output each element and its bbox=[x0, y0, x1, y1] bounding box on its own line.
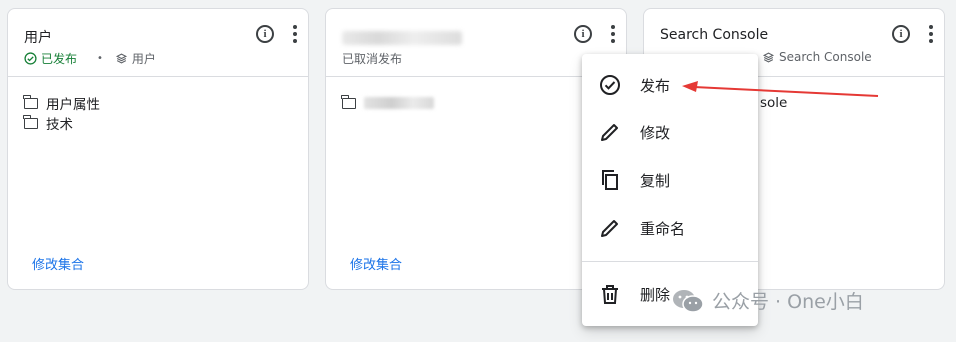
pencil-icon bbox=[601, 220, 618, 237]
collection-card-users: 用户 已发布 • 用户 i 用户属性 技术 修改集合 bbox=[7, 8, 309, 290]
collection-icon bbox=[762, 52, 775, 62]
item-label-redacted bbox=[364, 97, 434, 109]
folder-icon bbox=[23, 94, 38, 109]
card-title: Search Console bbox=[660, 27, 769, 43]
status-label: 已发布 bbox=[41, 52, 78, 66]
pencil-icon bbox=[601, 124, 618, 141]
check-circle-icon bbox=[24, 52, 37, 65]
more-vert-icon[interactable] bbox=[292, 25, 298, 43]
list-item: 用户属性 bbox=[23, 93, 100, 113]
annotation-arrow bbox=[682, 81, 879, 97]
card-items bbox=[341, 93, 434, 113]
check-circle-icon bbox=[600, 75, 620, 95]
card-actions: i bbox=[574, 25, 616, 43]
edit-collection-link[interactable]: 修改集合 bbox=[32, 254, 84, 273]
status-row: 已取消发布 bbox=[342, 50, 402, 67]
item-label: 用户属性 bbox=[46, 97, 100, 113]
watermark: 公众号 · One小白 bbox=[672, 287, 864, 314]
menu-item-copy[interactable]: 复制 bbox=[582, 158, 758, 202]
card-actions: i bbox=[892, 25, 934, 43]
card-title-redacted bbox=[342, 31, 462, 45]
collection-icon bbox=[115, 53, 127, 64]
menu-divider bbox=[582, 261, 758, 262]
menu-label: 重命名 bbox=[640, 219, 686, 238]
card-items: 用户属性 技术 bbox=[23, 93, 100, 133]
menu-item-edit[interactable]: 修改 bbox=[582, 110, 758, 154]
watermark-text: 公众号 · One小白 bbox=[712, 291, 864, 313]
collection-label: Search Console bbox=[779, 50, 872, 64]
copy-icon bbox=[602, 170, 618, 190]
separator-dot: • bbox=[97, 53, 103, 64]
trash-icon bbox=[602, 285, 618, 304]
menu-item-rename[interactable]: 重命名 bbox=[582, 206, 758, 250]
status-published: 已发布 bbox=[24, 50, 77, 67]
card-header: 用户 已发布 • 用户 i bbox=[8, 9, 308, 77]
menu-label: 复制 bbox=[640, 171, 671, 190]
item-label: 技术 bbox=[46, 117, 73, 133]
more-vert-icon[interactable] bbox=[928, 25, 934, 43]
folder-icon bbox=[23, 114, 38, 129]
info-icon[interactable]: i bbox=[574, 25, 592, 43]
status-unpublished: 已取消发布 bbox=[342, 52, 403, 66]
menu-label: 发布 bbox=[640, 76, 671, 95]
collection-tag: 用户 bbox=[115, 50, 156, 67]
info-icon[interactable]: i bbox=[892, 25, 910, 43]
card-title: 用户 bbox=[24, 30, 52, 46]
list-item: 技术 bbox=[23, 113, 100, 133]
collection-label: 用户 bbox=[131, 52, 156, 66]
menu-label: 删除 bbox=[640, 285, 671, 304]
menu-label: 修改 bbox=[640, 123, 671, 142]
status-row: Search Console bbox=[762, 50, 872, 64]
edit-collection-link[interactable]: 修改集合 bbox=[350, 254, 402, 273]
card-header: 已取消发布 i bbox=[326, 9, 626, 77]
list-item bbox=[341, 93, 434, 113]
folder-icon bbox=[341, 94, 356, 109]
collection-tag: Search Console bbox=[762, 50, 872, 64]
more-vert-icon[interactable] bbox=[610, 25, 616, 43]
wechat-icon bbox=[673, 289, 704, 313]
status-row: 已发布 • 用户 bbox=[24, 50, 156, 67]
card-actions: i bbox=[256, 25, 298, 43]
info-icon[interactable]: i bbox=[256, 25, 274, 43]
